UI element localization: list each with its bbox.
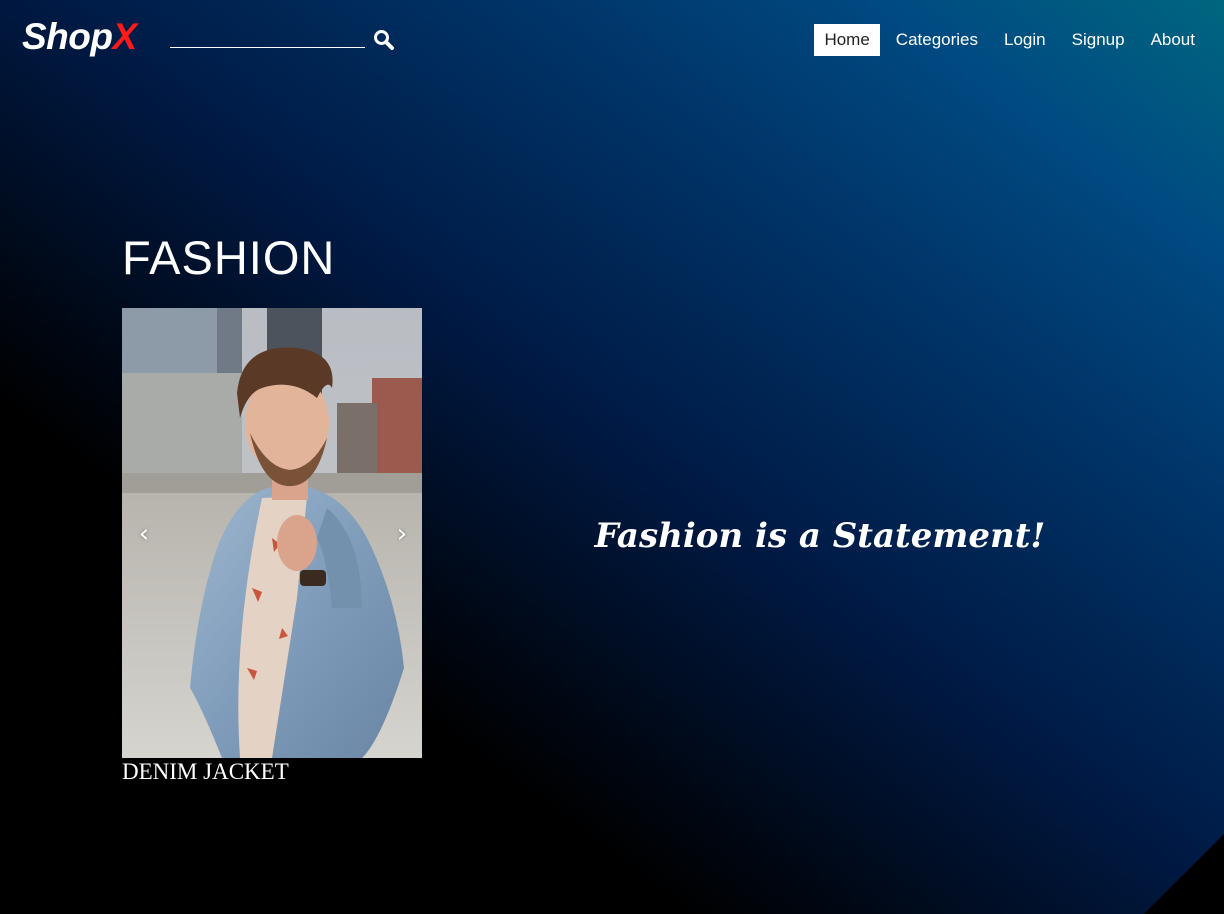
navbar: ShopX Home Categories Login Signup About xyxy=(0,0,1224,80)
main-nav: Home Categories Login Signup About xyxy=(808,24,1205,56)
search-input[interactable] xyxy=(170,27,365,48)
nav-signup[interactable]: Signup xyxy=(1062,24,1135,56)
product-image xyxy=(122,308,422,758)
chevron-left-icon: ‹ xyxy=(138,519,150,549)
search-button[interactable] xyxy=(372,28,396,52)
nav-categories[interactable]: Categories xyxy=(886,24,988,56)
logo-text-accent: X xyxy=(112,16,137,57)
product-caption: DENIM JACKET xyxy=(122,759,289,784)
logo[interactable]: ShopX xyxy=(22,14,137,60)
logo-text-main: Shop xyxy=(22,16,113,57)
section-title: FASHION xyxy=(122,231,336,284)
nav-home[interactable]: Home xyxy=(814,24,880,56)
chevron-right-icon: › xyxy=(396,519,408,549)
product-carousel: ‹ › xyxy=(122,308,422,758)
tagline: Fashion is a Statement! xyxy=(594,516,1046,556)
carousel-prev-button[interactable]: ‹ xyxy=(132,518,156,550)
nav-about[interactable]: About xyxy=(1141,24,1205,56)
carousel-next-button[interactable]: › xyxy=(390,518,414,550)
corner-decoration xyxy=(1144,834,1224,914)
nav-login[interactable]: Login xyxy=(994,24,1056,56)
search-icon xyxy=(374,30,394,50)
